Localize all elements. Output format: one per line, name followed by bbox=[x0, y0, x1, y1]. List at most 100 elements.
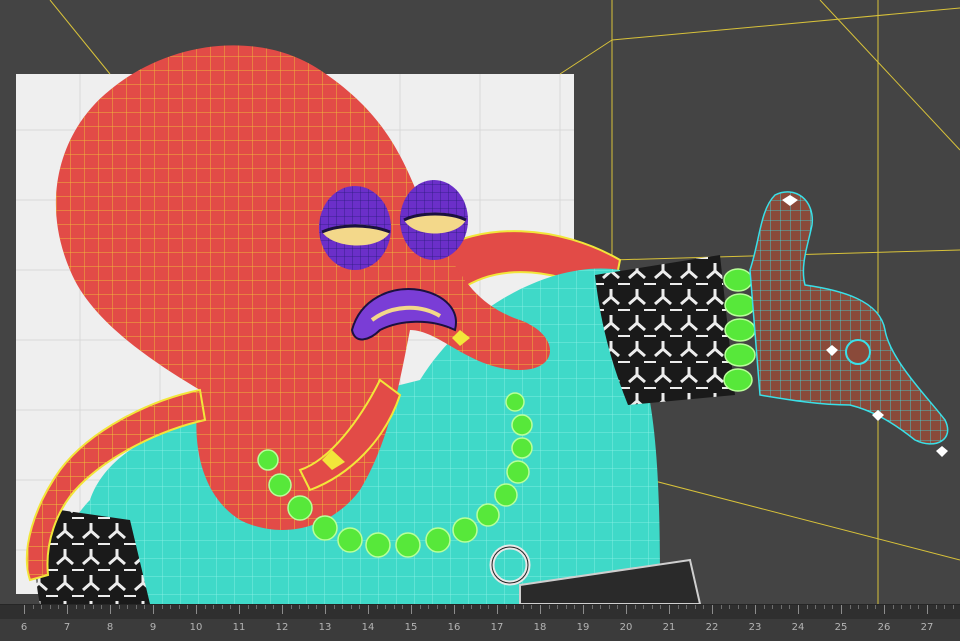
timeline-minor-tick bbox=[204, 605, 206, 609]
bracelet[interactable] bbox=[723, 268, 756, 392]
timeline-minor-tick bbox=[892, 605, 894, 609]
timeline-minor-tick bbox=[875, 605, 877, 609]
timeline-minor-tick bbox=[737, 605, 739, 609]
timeline-minor-tick bbox=[780, 605, 782, 609]
timeline-frame-label[interactable]: 11 bbox=[233, 622, 246, 633]
timeline-minor-tick bbox=[187, 605, 189, 609]
timeline-minor-tick bbox=[772, 605, 774, 609]
timeline-minor-tick bbox=[118, 605, 120, 609]
timeline-frame-label[interactable]: 21 bbox=[663, 622, 676, 633]
timeline-minor-tick bbox=[488, 605, 490, 609]
timeline-minor-tick bbox=[178, 605, 180, 609]
timeline-minor-tick bbox=[866, 605, 868, 609]
timeline-minor-tick bbox=[574, 605, 576, 609]
timeline-minor-tick bbox=[608, 605, 610, 609]
timeline-frame-label[interactable]: 9 bbox=[150, 622, 156, 633]
timeline-minor-tick bbox=[445, 605, 447, 609]
timeline-frame-label[interactable]: 16 bbox=[448, 622, 461, 633]
timeline-minor-tick bbox=[273, 605, 275, 609]
timeline-minor-tick bbox=[651, 605, 653, 609]
timeline-minor-tick bbox=[643, 605, 645, 609]
timeline-minor-tick bbox=[763, 605, 765, 609]
timeline-minor-tick bbox=[746, 605, 748, 609]
timeline-minor-tick bbox=[600, 605, 602, 609]
timeline-minor-tick bbox=[686, 605, 688, 609]
timeline-major-tick bbox=[497, 605, 498, 614]
timeline-frame-label[interactable]: 15 bbox=[405, 622, 418, 633]
timeline-frame-label[interactable]: 13 bbox=[319, 622, 332, 633]
timeline-frame-label[interactable]: 6 bbox=[21, 622, 27, 633]
timeline-minor-tick bbox=[557, 605, 559, 609]
timeline-minor-tick bbox=[591, 605, 593, 609]
timeline-minor-tick bbox=[858, 605, 860, 609]
timeline-frame-label[interactable]: 19 bbox=[577, 622, 590, 633]
timeline-minor-tick bbox=[462, 605, 464, 609]
timeline-minor-tick bbox=[84, 605, 86, 609]
timeline-frame-label[interactable]: 14 bbox=[362, 622, 375, 633]
eye-right[interactable] bbox=[400, 180, 468, 260]
timeline-frame-label[interactable]: 18 bbox=[534, 622, 547, 633]
timeline-minor-tick bbox=[385, 605, 387, 609]
timeline-minor-tick bbox=[230, 605, 232, 609]
timeline-minor-tick bbox=[944, 605, 946, 609]
timeline-frame-label[interactable]: 8 bbox=[107, 622, 113, 633]
timeline-minor-tick bbox=[221, 605, 223, 609]
timeline-minor-tick bbox=[144, 605, 146, 609]
timeline-minor-tick bbox=[694, 605, 696, 609]
timeline-frame-label[interactable]: 22 bbox=[706, 622, 719, 633]
timeline-frame-label[interactable]: 23 bbox=[749, 622, 762, 633]
timeline-minor-tick bbox=[41, 605, 43, 609]
timeline-frame-label[interactable]: 12 bbox=[276, 622, 289, 633]
timeline-minor-tick bbox=[316, 605, 318, 609]
timeline-minor-tick bbox=[531, 605, 533, 609]
timeline-major-tick bbox=[540, 605, 541, 614]
timeline-minor-tick bbox=[393, 605, 395, 609]
timeline-minor-tick bbox=[703, 605, 705, 609]
timeline-minor-tick bbox=[815, 605, 817, 609]
timeline-minor-tick bbox=[58, 605, 60, 609]
timeline-minor-tick bbox=[514, 605, 516, 609]
timeline-minor-tick bbox=[729, 605, 731, 609]
timeline-minor-tick bbox=[479, 605, 481, 609]
timeline-minor-tick bbox=[832, 605, 834, 609]
timeline-minor-tick bbox=[901, 605, 903, 609]
timeline-ruler[interactable]: 6 7 8 9 10 11 12 13 14 15 16 17 18 19 20 21 22 23 24 25 26 27 bbox=[0, 604, 960, 641]
timeline-minor-tick bbox=[677, 605, 679, 609]
timeline-minor-tick bbox=[952, 605, 954, 609]
timeline-minor-tick bbox=[333, 605, 335, 609]
timeline-major-tick bbox=[24, 605, 25, 614]
timeline-major-tick bbox=[669, 605, 670, 614]
timeline-minor-tick bbox=[402, 605, 404, 609]
timeline-major-tick bbox=[110, 605, 111, 614]
timeline-frame-label[interactable]: 25 bbox=[835, 622, 848, 633]
timeline-minor-tick bbox=[359, 605, 361, 609]
timeline-major-tick bbox=[841, 605, 842, 614]
timeline-frame-label[interactable]: 24 bbox=[792, 622, 805, 633]
eye-left[interactable] bbox=[319, 186, 391, 270]
hand[interactable] bbox=[749, 191, 949, 445]
timeline-minor-tick bbox=[909, 605, 911, 609]
timeline-minor-tick bbox=[436, 605, 438, 609]
timeline-minor-tick bbox=[101, 605, 103, 609]
timeline-major-tick bbox=[67, 605, 68, 614]
timeline-frame-label[interactable]: 17 bbox=[491, 622, 504, 633]
timeline-minor-tick bbox=[299, 605, 301, 609]
timeline-minor-tick bbox=[290, 605, 292, 609]
timeline-minor-tick bbox=[660, 605, 662, 609]
timeline-major-tick bbox=[325, 605, 326, 614]
timeline-major-tick bbox=[368, 605, 369, 614]
timeline-minor-tick bbox=[428, 605, 430, 609]
scene-render[interactable] bbox=[0, 0, 960, 604]
timeline-frame-label[interactable]: 27 bbox=[921, 622, 934, 633]
timeline-major-tick bbox=[884, 605, 885, 614]
timeline-minor-tick bbox=[471, 605, 473, 609]
perspective-viewport[interactable] bbox=[0, 0, 960, 604]
timeline-minor-tick bbox=[617, 605, 619, 609]
timeline-frame-label[interactable]: 7 bbox=[64, 622, 70, 633]
timeline-frame-label[interactable]: 20 bbox=[620, 622, 633, 633]
timeline-minor-tick bbox=[935, 605, 937, 609]
timeline-frame-label[interactable]: 10 bbox=[190, 622, 203, 633]
timeline-frame-label[interactable]: 26 bbox=[878, 622, 891, 633]
timeline-major-tick bbox=[454, 605, 455, 614]
timeline-minor-tick bbox=[918, 605, 920, 609]
